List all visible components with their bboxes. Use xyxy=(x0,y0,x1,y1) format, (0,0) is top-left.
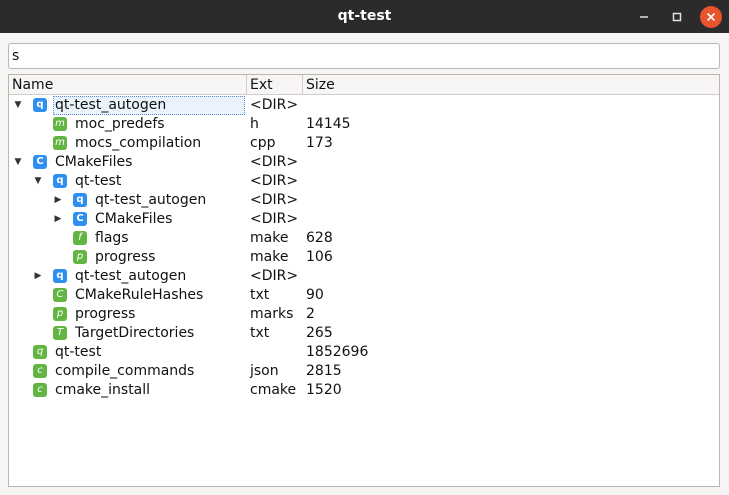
row-name: qt-test_autogen xyxy=(75,268,187,284)
row-name: progress xyxy=(75,306,136,322)
file-type-icon: q xyxy=(33,98,47,112)
file-type-icon: c xyxy=(33,364,47,378)
tree-header: Name Ext Size xyxy=(9,75,719,95)
tree-row[interactable]: m moc_predefs h 14145 xyxy=(9,115,719,134)
row-size: 90 xyxy=(306,287,324,303)
tree-row[interactable]: ▼ q qt-test_autogen <DIR> xyxy=(9,96,719,115)
file-type-icon: m xyxy=(53,136,67,150)
row-name: moc_predefs xyxy=(75,116,165,132)
row-name: qt-test_autogen xyxy=(53,96,245,115)
tree-row[interactable]: q qt-test 1852696 xyxy=(9,343,719,362)
minimize-button[interactable] xyxy=(633,6,655,28)
row-ext: make xyxy=(250,230,289,246)
row-ext: cmake xyxy=(250,382,297,398)
expand-arrow-open-icon[interactable]: ▼ xyxy=(33,172,43,191)
file-type-icon: c xyxy=(33,383,47,397)
row-ext: make xyxy=(250,249,289,265)
column-header-size[interactable]: Size xyxy=(303,75,503,95)
tree-row[interactable]: ▶ C CMakeFiles <DIR> xyxy=(9,210,719,229)
row-name: qt-test_autogen xyxy=(95,192,207,208)
expand-arrow-closed-icon[interactable]: ▶ xyxy=(53,210,63,229)
file-type-icon: T xyxy=(53,326,67,340)
row-ext: txt xyxy=(250,287,270,303)
row-size: 2 xyxy=(306,306,315,322)
file-type-icon: p xyxy=(73,250,87,264)
row-ext: <DIR> xyxy=(250,268,299,284)
file-type-icon: C xyxy=(73,212,87,226)
row-name: cmake_install xyxy=(55,382,151,398)
row-ext: h xyxy=(250,116,259,132)
maximize-button[interactable] xyxy=(666,6,688,28)
close-button[interactable] xyxy=(700,6,722,28)
file-type-icon: q xyxy=(33,345,47,359)
tree-row[interactable]: p progress marks 2 xyxy=(9,305,719,324)
row-name: flags xyxy=(95,230,129,246)
file-tree[interactable]: Name Ext Size ▼ q qt-test_autogen <DIR> m moc… xyxy=(8,74,720,487)
row-ext: <DIR> xyxy=(250,173,299,189)
tree-row[interactable]: c cmake_install cmake 1520 xyxy=(9,381,719,400)
row-ext: <DIR> xyxy=(250,154,299,170)
tree-row[interactable]: p progress make 106 xyxy=(9,248,719,267)
row-size: 1852696 xyxy=(306,344,369,360)
file-type-icon: C xyxy=(53,288,67,302)
row-size: 2815 xyxy=(306,363,342,379)
row-name: CMakeRuleHashes xyxy=(75,287,204,303)
expand-arrow-open-icon[interactable]: ▼ xyxy=(13,96,23,115)
maximize-icon xyxy=(672,12,682,22)
file-type-icon: f xyxy=(73,231,87,245)
row-size: 106 xyxy=(306,249,333,265)
file-type-icon: m xyxy=(53,117,67,131)
file-type-icon: C xyxy=(33,155,47,169)
row-name: compile_commands xyxy=(55,363,195,379)
close-icon xyxy=(706,12,716,22)
minimize-icon xyxy=(640,16,648,18)
file-type-icon: q xyxy=(53,174,67,188)
tree-row[interactable]: f flags make 628 xyxy=(9,229,719,248)
row-ext: json xyxy=(250,363,279,379)
expand-arrow-closed-icon[interactable]: ▶ xyxy=(53,191,63,210)
row-ext: <DIR> xyxy=(250,192,299,208)
window-title: qt-test xyxy=(337,8,392,24)
row-ext: cpp xyxy=(250,135,276,151)
row-name: qt-test xyxy=(55,344,102,360)
tree-row[interactable]: T TargetDirectories txt 265 xyxy=(9,324,719,343)
row-ext: txt xyxy=(250,325,270,341)
row-size: 265 xyxy=(306,325,333,341)
column-header-name[interactable]: Name xyxy=(9,75,247,95)
row-ext: <DIR> xyxy=(250,97,299,113)
tree-row[interactable]: ▼ C CMakeFiles <DIR> xyxy=(9,153,719,172)
row-size: 14145 xyxy=(306,116,351,132)
row-name: qt-test xyxy=(75,173,122,189)
file-type-icon: p xyxy=(53,307,67,321)
row-ext: marks xyxy=(250,306,294,322)
row-size: 1520 xyxy=(306,382,342,398)
row-name: CMakeFiles xyxy=(55,154,133,170)
row-name: mocs_compilation xyxy=(75,135,202,151)
row-name: progress xyxy=(95,249,156,265)
expand-arrow-open-icon[interactable]: ▼ xyxy=(13,153,23,172)
row-size: 173 xyxy=(306,135,333,151)
column-header-ext[interactable]: Ext xyxy=(247,75,303,95)
file-type-icon: q xyxy=(53,269,67,283)
app-window: qt-test Name Ext Size ▼ q qt-test_autogen <… xyxy=(0,0,729,495)
row-name: CMakeFiles xyxy=(95,211,173,227)
tree-row[interactable]: ▶ q qt-test_autogen <DIR> xyxy=(9,267,719,286)
expand-arrow-closed-icon[interactable]: ▶ xyxy=(33,267,43,286)
tree-row[interactable]: C CMakeRuleHashes txt 90 xyxy=(9,286,719,305)
row-size: 628 xyxy=(306,230,333,246)
tree-row[interactable]: m mocs_compilation cpp 173 xyxy=(9,134,719,153)
title-bar[interactable]: qt-test xyxy=(0,0,729,33)
tree-row[interactable]: ▶ q qt-test_autogen <DIR> xyxy=(9,191,719,210)
search-input[interactable] xyxy=(8,43,720,69)
tree-row[interactable]: c compile_commands json 2815 xyxy=(9,362,719,381)
file-type-icon: q xyxy=(73,193,87,207)
row-name: TargetDirectories xyxy=(75,325,195,341)
row-ext: <DIR> xyxy=(250,211,299,227)
tree-row[interactable]: ▼ q qt-test <DIR> xyxy=(9,172,719,191)
